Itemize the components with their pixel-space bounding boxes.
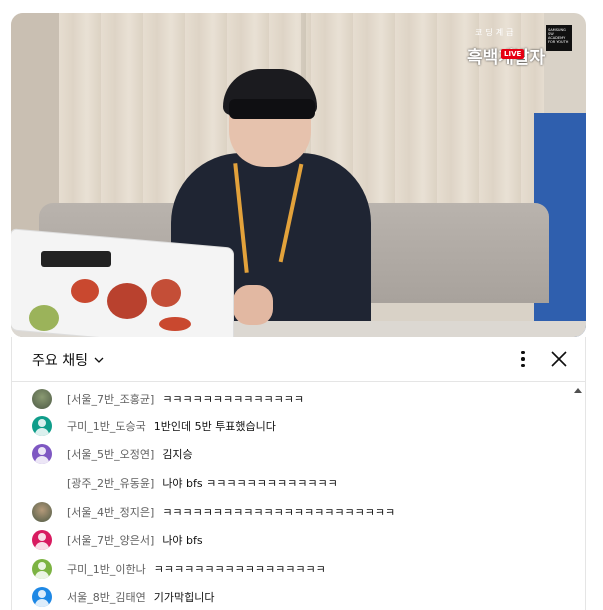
chat-message-text: 나야 bfs ㅋㅋㅋㅋㅋㅋㅋㅋㅋㅋㅋㅋㅋ	[162, 477, 338, 490]
chat-author[interactable]: [서울_7반_조홍균]	[67, 391, 154, 407]
laptop-sticker	[71, 279, 99, 303]
laptop-sticker	[29, 305, 59, 331]
chat-scrollbar[interactable]	[571, 383, 585, 610]
laptop-sticker	[159, 317, 191, 331]
chat-message[interactable]: [서울_7반_양은서] 나야 bfs	[32, 529, 203, 551]
chat-message-text: 1반인데 5반 투표했습니다	[153, 420, 276, 433]
chat-message[interactable]: 구미_1반_도승국 1반인데 5반 투표했습니다	[32, 415, 276, 437]
chevron-down-icon	[94, 357, 104, 363]
laptop-sticker	[41, 251, 111, 267]
chat-message[interactable]: [서울_7반_조홍균] ㅋㅋㅋㅋㅋㅋㅋㅋㅋㅋㅋㅋㅋㅋ	[32, 388, 304, 410]
chat-message[interactable]: [서울_4반_정지은] ㅋㅋㅋㅋㅋㅋㅋㅋㅋㅋㅋㅋㅋㅋㅋㅋㅋㅋㅋㅋㅋㅋㅋ	[32, 501, 395, 523]
chat-author[interactable]: [광주_2반_유동윤]	[67, 475, 154, 491]
chat-message-text: ㅋㅋㅋㅋㅋㅋㅋㅋㅋㅋㅋㅋㅋㅋㅋㅋㅋㅋㅋㅋㅋㅋㅋ	[162, 506, 396, 519]
chat-message-text: 나야 bfs	[162, 534, 203, 547]
chat-mode-label: 주요 채팅	[32, 353, 88, 369]
laptop-sticker	[151, 279, 181, 307]
chat-mode-dropdown[interactable]: 주요 채팅	[32, 350, 105, 370]
avatar[interactable]	[32, 389, 52, 409]
chat-message[interactable]: [서울_5반_오정연] 김지승	[32, 443, 193, 465]
avatar[interactable]	[32, 473, 52, 493]
show-logo: 코딩계급 SAMSUNG SW ACADEMY FOR YOUTH 흑백개발자 …	[467, 23, 572, 71]
chat-header: 주요 채팅	[12, 337, 585, 382]
chat-author[interactable]: 서울_8반_김태연	[67, 589, 146, 605]
chat-message-text: ㅋㅋㅋㅋㅋㅋㅋㅋㅋㅋㅋㅋㅋㅋ	[162, 393, 304, 406]
chat-author[interactable]: [서울_7반_양은서]	[67, 532, 154, 548]
academy-logo-box: SAMSUNG SW ACADEMY FOR YOUTH	[546, 25, 572, 51]
avatar[interactable]	[32, 444, 52, 464]
chat-author[interactable]: 구미_1반_이한나	[67, 561, 146, 577]
video-blindfold	[229, 99, 315, 119]
chat-author[interactable]: 구미_1반_도승국	[67, 418, 146, 434]
chat-message-text: 김지승	[162, 448, 193, 461]
scroll-up-arrow-icon[interactable]	[574, 388, 582, 393]
more-vert-icon[interactable]	[513, 349, 533, 369]
logo-subtitle: 코딩계급	[475, 28, 517, 37]
chat-message-text: 기가막힙니다	[153, 591, 215, 604]
live-badge: LIVE	[501, 49, 525, 59]
laptop-sticker	[107, 283, 147, 319]
chat-message[interactable]: 구미_1반_이한나 ㅋㅋㅋㅋㅋㅋㅋㅋㅋㅋㅋㅋㅋㅋㅋㅋㅋ	[32, 558, 326, 580]
chat-message[interactable]: [광주_2반_유동윤] 나야 bfs ㅋㅋㅋㅋㅋㅋㅋㅋㅋㅋㅋㅋㅋ	[32, 472, 338, 494]
avatar[interactable]	[32, 416, 52, 436]
chat-author[interactable]: [서울_5반_오정연]	[67, 446, 154, 462]
close-icon[interactable]	[549, 349, 569, 369]
video-person-hand	[233, 285, 273, 325]
chat-message-list[interactable]: [서울_7반_조홍균] ㅋㅋㅋㅋㅋㅋㅋㅋㅋㅋㅋㅋㅋㅋ 구미_1반_도승국 1반인데 5…	[12, 383, 572, 610]
live-chat-panel: 주요 채팅 [서울_7반_조홍균] ㅋㅋㅋㅋㅋㅋㅋㅋㅋㅋㅋㅋㅋㅋ 구미_1반_도승국…	[11, 337, 586, 610]
chat-message-text: ㅋㅋㅋㅋㅋㅋㅋㅋㅋㅋㅋㅋㅋㅋㅋㅋㅋ	[153, 563, 326, 576]
avatar[interactable]	[32, 502, 52, 522]
live-video-player[interactable]: 코딩계급 SAMSUNG SW ACADEMY FOR YOUTH 흑백개발자 …	[11, 13, 586, 337]
avatar[interactable]	[32, 530, 52, 550]
chat-message[interactable]: 서울_8반_김태연 기가막힙니다	[32, 586, 214, 608]
avatar[interactable]	[32, 559, 52, 579]
avatar[interactable]	[32, 587, 52, 607]
chat-author[interactable]: [서울_4반_정지은]	[67, 504, 154, 520]
